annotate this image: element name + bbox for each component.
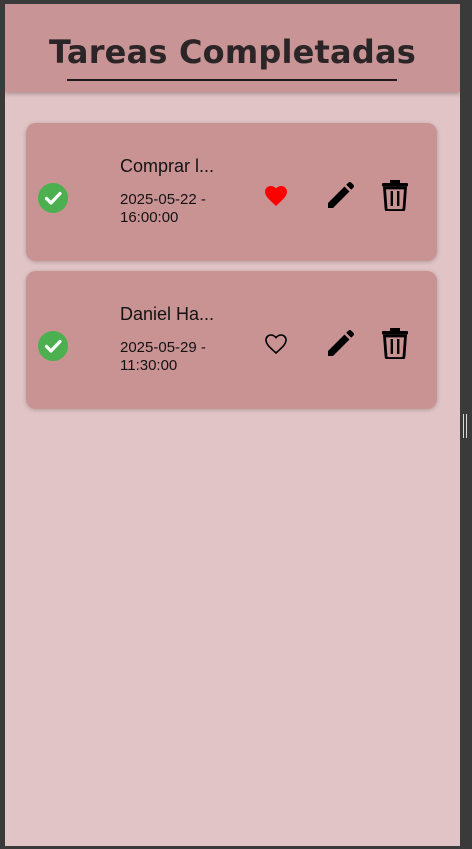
task-title: Daniel Ha... <box>120 304 215 324</box>
heart-filled-icon[interactable] <box>264 185 288 207</box>
task-card[interactable]: Comprar l... 2025-05-22 - 16:00:00 <box>26 123 437 261</box>
resize-handle[interactable] <box>463 414 469 438</box>
task-date: 2025-05-29 - 11:30:00 <box>120 339 230 375</box>
app-bar: Tareas Completadas <box>5 4 460 92</box>
task-card[interactable]: Daniel Ha... 2025-05-29 - 11:30:00 <box>26 271 437 409</box>
trash-icon[interactable] <box>381 327 409 360</box>
task-date-line: 2025-05-22 - <box>120 191 206 208</box>
check-circle-icon <box>38 331 68 361</box>
task-date-line: 2025-05-29 - <box>120 339 206 356</box>
pencil-icon[interactable] <box>324 328 356 360</box>
check-circle-icon <box>38 183 68 213</box>
trash-icon[interactable] <box>381 179 409 212</box>
task-time-line: 16:00:00 <box>120 209 179 226</box>
task-title: Comprar l... <box>120 156 215 176</box>
app-screen: Tareas Completadas Comprar l... 2025-05-… <box>5 4 460 846</box>
pencil-icon[interactable] <box>324 180 356 212</box>
task-date: 2025-05-22 - 16:00:00 <box>120 191 230 227</box>
title-underline <box>67 79 397 81</box>
heart-outline-icon[interactable] <box>264 333 288 355</box>
page-title: Tareas Completadas <box>49 33 416 71</box>
task-time-line: 11:30:00 <box>120 357 178 374</box>
